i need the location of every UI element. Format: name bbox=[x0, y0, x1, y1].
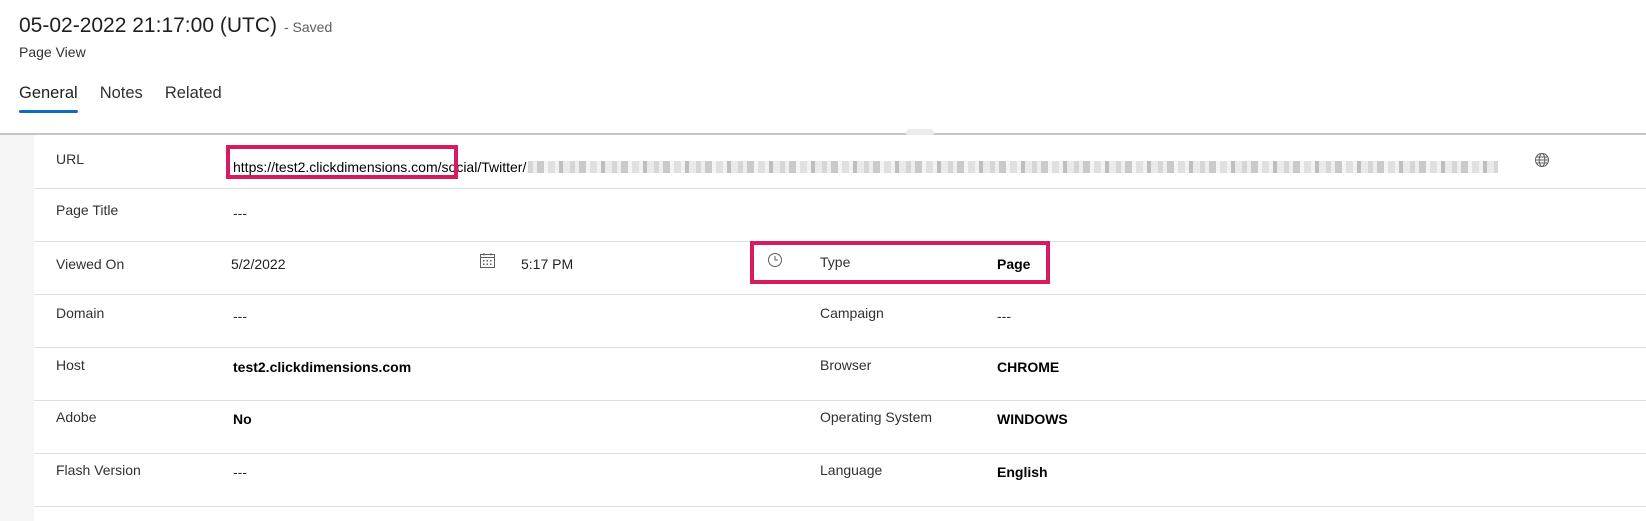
flash-version-value[interactable]: --- bbox=[233, 464, 247, 480]
field-row-host: Host test2.clickdimensions.com Browser C… bbox=[34, 347, 1646, 401]
calendar-icon[interactable] bbox=[479, 252, 496, 274]
save-status: - Saved bbox=[283, 19, 333, 35]
campaign-label: Campaign bbox=[820, 305, 884, 321]
record-header: 05-02-2022 21:17:00 (UTC) - Saved Page V… bbox=[19, 14, 332, 60]
viewed-on-time[interactable]: 5:17 PM bbox=[521, 256, 573, 272]
language-label: Language bbox=[820, 462, 883, 478]
tab-notes[interactable]: Notes bbox=[100, 84, 143, 113]
browser-value[interactable]: CHROME bbox=[997, 359, 1059, 375]
page-title: 05-02-2022 21:17:00 (UTC) bbox=[19, 14, 277, 37]
url-redacted-segment bbox=[528, 161, 1499, 173]
field-row-page-title: Page Title --- bbox=[34, 188, 1646, 242]
flash-version-label: Flash Version bbox=[56, 462, 141, 478]
tab-related[interactable]: Related bbox=[165, 84, 222, 113]
operating-system-label: Operating System bbox=[820, 409, 933, 425]
browser-label: Browser bbox=[820, 357, 872, 373]
campaign-value[interactable]: --- bbox=[997, 308, 1011, 324]
adobe-label: Adobe bbox=[56, 409, 97, 425]
field-row-adobe: Adobe No Operating System WINDOWS bbox=[34, 400, 1646, 454]
tab-general[interactable]: General bbox=[19, 84, 78, 113]
operating-system-value[interactable]: WINDOWS bbox=[997, 411, 1068, 427]
field-row-domain: Domain --- Campaign --- bbox=[34, 294, 1646, 348]
entity-type-label: Page View bbox=[19, 44, 86, 60]
domain-value[interactable]: --- bbox=[233, 308, 247, 324]
general-form: URL https://test2.clickdimensions.com/ s… bbox=[34, 135, 1646, 521]
viewed-on-label: Viewed On bbox=[56, 256, 125, 272]
tab-list: General Notes Related bbox=[19, 84, 244, 113]
host-value[interactable]: test2.clickdimensions.com bbox=[233, 359, 411, 375]
page-title-value[interactable]: --- bbox=[233, 205, 247, 221]
page-title-label: Page Title bbox=[56, 202, 119, 218]
domain-label: Domain bbox=[56, 305, 105, 321]
field-row-flash-version: Flash Version --- Language English bbox=[34, 453, 1646, 507]
url-label: URL bbox=[56, 151, 85, 167]
host-label: Host bbox=[56, 357, 85, 373]
language-value[interactable]: English bbox=[997, 464, 1048, 480]
adobe-value[interactable]: No bbox=[233, 411, 252, 427]
type-field-highlight-box bbox=[750, 241, 1050, 284]
globe-icon[interactable] bbox=[1534, 152, 1550, 173]
url-domain-highlight-box bbox=[226, 145, 458, 179]
viewed-on-date[interactable]: 5/2/2022 bbox=[231, 256, 286, 272]
